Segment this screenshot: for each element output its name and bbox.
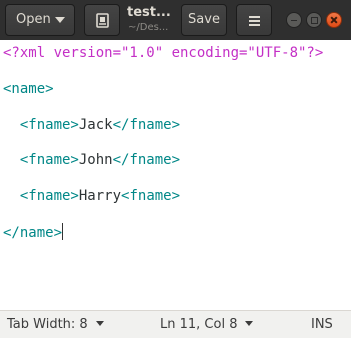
- minimize-button[interactable]: [286, 12, 302, 28]
- tab-width-selector[interactable]: Tab Width: 8: [7, 311, 104, 338]
- chevron-down-icon: [95, 321, 104, 326]
- document-path: ~/Des...: [128, 22, 169, 33]
- save-button-label: Save: [188, 12, 220, 27]
- new-document-icon: [96, 13, 109, 28]
- hamburger-menu-icon: [249, 16, 260, 28]
- text-editor-area[interactable]: <?xml version="1.0" encoding="UTF-8"?> <…: [0, 40, 351, 310]
- tab-width-label: Tab Width: 8: [7, 317, 88, 332]
- text-cursor: [62, 223, 64, 240]
- insert-mode-indicator[interactable]: INS: [311, 311, 333, 338]
- cursor-position-selector[interactable]: Ln 11, Col 8: [160, 311, 254, 338]
- chevron-down-icon: [55, 17, 65, 23]
- code-line: <fname>Jack</fname>: [19, 117, 181, 133]
- code-line: <name>: [3, 81, 54, 97]
- document-title: test...: [127, 5, 171, 20]
- chevron-down-icon: [245, 321, 254, 326]
- window-title: test... ~/Des...: [127, 4, 179, 36]
- close-button[interactable]: [326, 12, 342, 28]
- cursor-position-label: Ln 11, Col 8: [160, 317, 238, 332]
- header-bar: Open test... ~/Des... Save: [0, 0, 351, 40]
- open-button[interactable]: Open: [5, 4, 75, 36]
- code-line: <fname>John</fname>: [19, 152, 181, 168]
- hamburger-menu-button[interactable]: [236, 4, 272, 36]
- status-bar: Tab Width: 8 Ln 11, Col 8 INS: [0, 310, 351, 338]
- insert-mode-label: INS: [311, 317, 333, 332]
- save-button[interactable]: Save: [181, 4, 227, 36]
- code-line: </name>: [3, 223, 64, 241]
- open-button-label: Open: [16, 12, 51, 27]
- code-line: <fname>Harry<fname>: [19, 188, 181, 204]
- maximize-button[interactable]: [306, 12, 322, 28]
- new-document-button[interactable]: [84, 4, 120, 36]
- code-line: <?xml version="1.0" encoding="UTF-8"?>: [3, 45, 324, 61]
